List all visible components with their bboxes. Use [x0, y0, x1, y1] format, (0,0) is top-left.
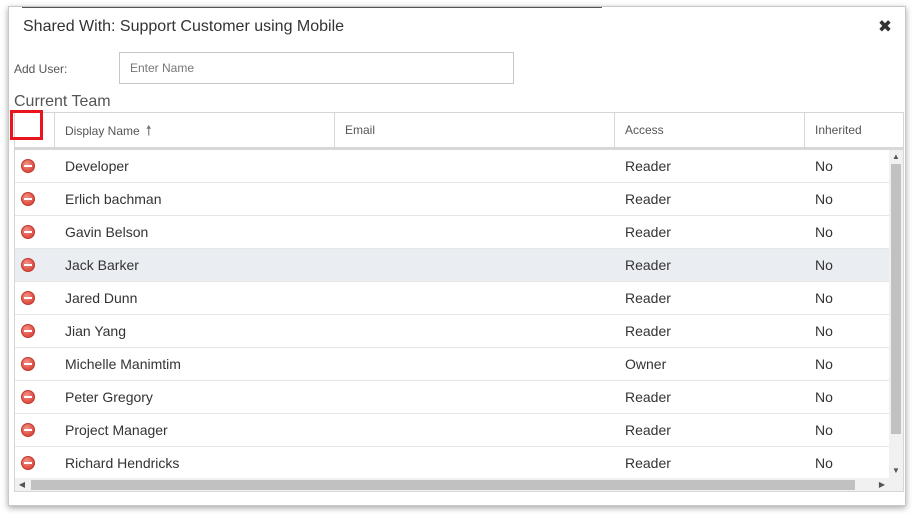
table-row[interactable]: Jack Barker Reader No — [15, 249, 889, 282]
remove-circle-icon[interactable] — [21, 324, 35, 338]
column-header-access-label: Access — [625, 123, 664, 137]
dialog-top-border — [22, 7, 602, 8]
add-user-name-input[interactable] — [119, 52, 514, 84]
scrollbar-corner — [889, 478, 903, 491]
cell-display-name: Project Manager — [65, 422, 168, 438]
cell-display-name: Richard Hendricks — [65, 455, 180, 471]
column-header-email-label: Email — [345, 123, 376, 137]
cell-display-name: Jack Barker — [65, 257, 139, 273]
table-row[interactable]: Developer Reader No — [15, 150, 889, 183]
table-row[interactable]: Gavin Belson Reader No — [15, 216, 889, 249]
table-row[interactable]: Jian Yang Reader No — [15, 315, 889, 348]
column-header-display-name[interactable]: Display Name 🠕 — [55, 113, 335, 147]
remove-circle-icon[interactable] — [21, 456, 35, 470]
cell-access: Reader — [625, 422, 671, 438]
dialog-title: Shared With: Support Customer using Mobi… — [23, 18, 345, 35]
cell-access: Reader — [625, 224, 671, 240]
scroll-down-arrow-icon[interactable]: ▼ — [889, 464, 903, 478]
close-icon[interactable]: ✖ — [875, 17, 895, 37]
sort-ascending-arrow-icon: 🠕 — [145, 122, 152, 138]
cell-access: Reader — [625, 323, 671, 339]
column-header-inherited-label: Inherited — [815, 123, 862, 137]
remove-circle-icon[interactable] — [21, 159, 35, 173]
table-row[interactable]: Peter Gregory Reader No — [15, 381, 889, 414]
cell-access: Reader — [625, 290, 671, 306]
share-dialog: Shared With: Support Customer using Mobi… — [8, 6, 906, 506]
cell-inherited: No — [815, 356, 833, 372]
cell-inherited: No — [815, 257, 833, 273]
current-team-heading: Current Team — [14, 93, 111, 110]
vertical-scroll-thumb[interactable] — [891, 164, 901, 434]
cell-display-name: Michelle Manimtim — [65, 356, 181, 372]
table-row[interactable]: Jared Dunn Reader No — [15, 282, 889, 315]
cell-access: Reader — [625, 455, 671, 471]
cell-display-name: Peter Gregory — [65, 389, 153, 405]
column-header-display-name-label: Display Name — [65, 124, 140, 138]
cell-access: Reader — [625, 257, 671, 273]
cell-display-name: Jian Yang — [65, 323, 126, 339]
remove-circle-icon[interactable] — [21, 192, 35, 206]
cell-inherited: No — [815, 158, 833, 174]
horizontal-scrollbar[interactable]: ◀ ▶ — [15, 478, 889, 491]
cell-display-name: Jared Dunn — [65, 290, 138, 306]
grid-header: Display Name 🠕 Email Access Inherited — [15, 113, 903, 150]
column-header-access[interactable]: Access — [615, 113, 805, 147]
cell-inherited: No — [815, 191, 833, 207]
scroll-up-arrow-icon[interactable]: ▲ — [889, 150, 903, 164]
cell-access: Reader — [625, 158, 671, 174]
table-row[interactable]: Richard Hendricks Reader No — [15, 447, 889, 478]
cell-display-name: Gavin Belson — [65, 224, 149, 240]
cell-display-name: Erlich bachman — [65, 191, 162, 207]
table-row[interactable]: Project Manager Reader No — [15, 414, 889, 447]
cell-access: Owner — [625, 356, 667, 372]
cell-access: Reader — [625, 191, 671, 207]
add-user-label: Add User: — [14, 62, 68, 76]
scroll-left-arrow-icon[interactable]: ◀ — [15, 478, 29, 491]
cell-inherited: No — [815, 224, 833, 240]
cell-inherited: No — [815, 389, 833, 405]
cell-inherited: No — [815, 455, 833, 471]
cell-display-name: Developer — [65, 158, 129, 174]
cell-access: Reader — [625, 389, 671, 405]
cell-inherited: No — [815, 290, 833, 306]
column-header-email[interactable]: Email — [335, 113, 615, 147]
remove-circle-icon[interactable] — [21, 423, 35, 437]
highlight-annotation-box — [10, 110, 43, 140]
scroll-right-arrow-icon[interactable]: ▶ — [875, 478, 889, 491]
remove-circle-icon[interactable] — [21, 390, 35, 404]
horizontal-scroll-thumb[interactable] — [31, 480, 855, 490]
cell-inherited: No — [815, 422, 833, 438]
grid-body: Developer Reader No Erlich bachman Reader No G… — [15, 150, 889, 478]
vertical-scrollbar[interactable]: ▲ ▼ — [889, 150, 903, 478]
column-header-inherited[interactable]: Inherited — [805, 113, 903, 147]
table-row[interactable]: Michelle Manimtim Owner No — [15, 348, 889, 381]
remove-circle-icon[interactable] — [21, 357, 35, 371]
remove-circle-icon[interactable] — [21, 258, 35, 272]
remove-circle-icon[interactable] — [21, 225, 35, 239]
table-row[interactable]: Erlich bachman Reader No — [15, 183, 889, 216]
current-team-grid: Display Name 🠕 Email Access Inherited Dev… — [14, 112, 904, 492]
cell-inherited: No — [815, 323, 833, 339]
remove-circle-icon[interactable] — [21, 291, 35, 305]
